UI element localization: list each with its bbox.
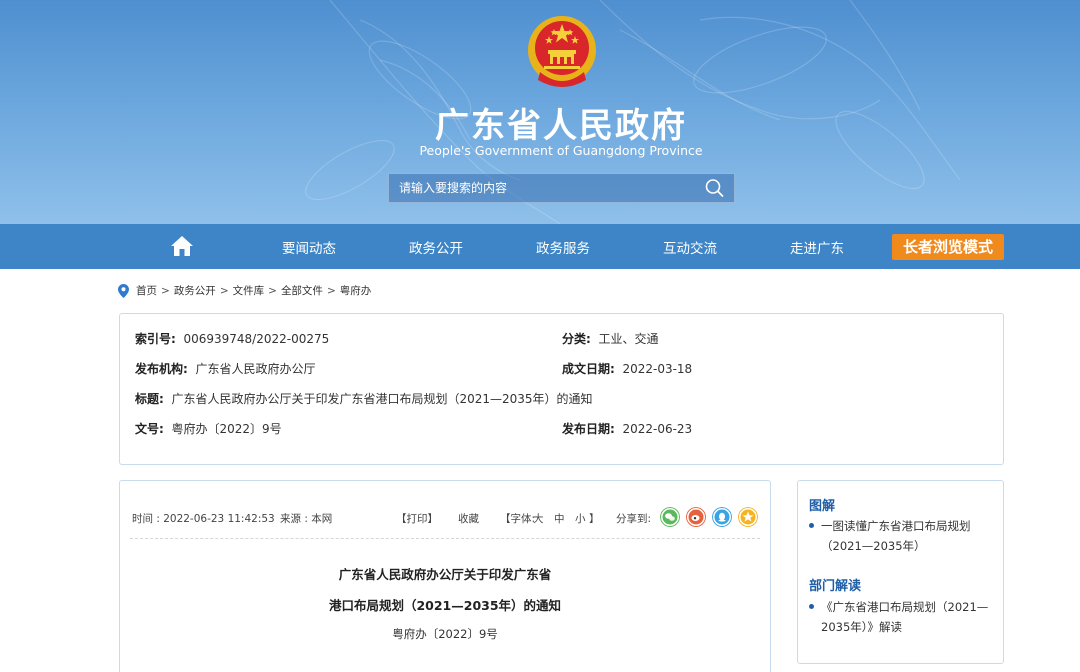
info-label: 索引号: bbox=[135, 332, 176, 346]
elder-mode-button[interactable]: 长者浏览模式 bbox=[892, 234, 1004, 260]
breadcrumb-current[interactable]: 粤府办 bbox=[340, 283, 372, 298]
info-label: 文号: bbox=[135, 422, 164, 436]
interpretation-link-text: 《广东省港口布局规划（2021—2035年）》解读 bbox=[821, 600, 989, 634]
site-title: 广东省人民政府 bbox=[435, 106, 687, 146]
font-size-large-button[interactable]: 大 bbox=[533, 511, 544, 526]
nav-item-gov-services[interactable]: 政务服务 bbox=[536, 237, 590, 257]
info-value: 工业、交通 bbox=[598, 332, 659, 346]
info-label: 分类: bbox=[562, 332, 591, 346]
info-value: 广东省人民政府办公厅 bbox=[195, 362, 316, 376]
font-size-medium-button[interactable]: 中 bbox=[554, 511, 565, 526]
document-info-panel: 索引号: 006939748/2022-00275 分类: 工业、交通 发布机构… bbox=[119, 313, 1004, 465]
info-publisher: 发布机构: 广东省人民政府办公厅 bbox=[135, 360, 315, 377]
nav-item-interaction[interactable]: 互动交流 bbox=[663, 237, 717, 257]
info-value: 2022-06-23 bbox=[622, 422, 693, 436]
info-label: 发布日期: bbox=[562, 422, 615, 436]
breadcrumb-gov-affairs[interactable]: 政务公开 bbox=[174, 283, 216, 298]
national-emblem-icon bbox=[528, 16, 596, 87]
search-box bbox=[388, 173, 735, 203]
info-value: 2022-03-18 bbox=[622, 362, 693, 376]
info-category: 分类: 工业、交通 bbox=[562, 330, 658, 347]
article-divider bbox=[130, 538, 760, 539]
bullet-icon bbox=[809, 523, 814, 528]
infographic-link[interactable]: 一图读懂广东省港口布局规划（2021—2035年） bbox=[809, 516, 997, 556]
header-banner: 广东省人民政府 People's Government of Guangdong… bbox=[0, 0, 1080, 224]
wechat-icon[interactable] bbox=[660, 507, 680, 527]
location-pin-icon bbox=[118, 283, 129, 298]
related-sidebar: 图解 一图读懂广东省港口布局规划（2021—2035年） 部门解读 《广东省港口… bbox=[797, 480, 1004, 664]
infographic-link-text: 一图读懂广东省港口布局规划（2021—2035年） bbox=[821, 519, 971, 553]
nav-item-gov-affairs[interactable]: 政务公开 bbox=[409, 237, 463, 257]
article-time: 时间 : 2022-06-23 11:42:53 bbox=[132, 513, 275, 525]
breadcrumb-separator: > bbox=[326, 284, 336, 297]
breadcrumb-separator: > bbox=[268, 284, 277, 297]
font-size-label: 【字体: bbox=[500, 513, 536, 525]
info-created-date: 成文日期: 2022-03-18 bbox=[562, 360, 692, 377]
info-label: 成文日期: bbox=[562, 362, 615, 376]
document-title-line2: 港口布局规划（2021—2035年）的通知 bbox=[328, 598, 562, 613]
article-panel: 时间 : 2022-06-23 11:42:53 来源 : 本网 【打印】 收藏… bbox=[119, 480, 771, 672]
weibo-icon[interactable] bbox=[686, 507, 706, 527]
info-label: 发布机构: bbox=[135, 362, 188, 376]
info-document-number: 文号: 粤府办〔2022〕9号 bbox=[135, 420, 282, 437]
nav-item-about-guangdong[interactable]: 走进广东 bbox=[790, 237, 844, 257]
share-label: 分享到: bbox=[616, 513, 652, 525]
font-size-small-button[interactable]: 小 bbox=[575, 511, 586, 526]
print-button[interactable]: 【打印】 bbox=[396, 511, 438, 526]
document-number: 粤府办〔2022〕9号 bbox=[392, 627, 498, 641]
breadcrumb: 首页 > 政务公开 > 文件库 > 全部文件 > 粤府办 bbox=[118, 283, 371, 298]
search-icon[interactable] bbox=[704, 178, 726, 198]
info-value: 广东省人民政府办公厅关于印发广东省港口布局规划（2021—2035年）的通知 bbox=[171, 392, 593, 406]
qq-icon[interactable] bbox=[712, 507, 732, 527]
bullet-icon bbox=[809, 604, 814, 609]
info-value: 006939748/2022-00275 bbox=[183, 332, 330, 346]
favorite-button[interactable]: 收藏 bbox=[458, 511, 479, 526]
breadcrumb-separator: > bbox=[219, 284, 229, 297]
main-nav: 要闻动态 政务公开 政务服务 互动交流 走进广东 长者浏览模式 bbox=[0, 224, 1080, 269]
site-subtitle: People's Government of Guangdong Provinc… bbox=[419, 143, 703, 158]
breadcrumb-separator: > bbox=[161, 284, 170, 297]
section-heading-interpretation: 部门解读 bbox=[809, 579, 862, 594]
section-heading-infographic: 图解 bbox=[809, 499, 836, 514]
info-label: 标题: bbox=[135, 392, 164, 406]
search-input[interactable] bbox=[389, 174, 689, 202]
info-value: 粤府办〔2022〕9号 bbox=[171, 422, 282, 436]
article-source: 来源 : 本网 bbox=[280, 513, 333, 525]
info-published-date: 发布日期: 2022-06-23 bbox=[562, 420, 692, 437]
breadcrumb-file-library[interactable]: 文件库 bbox=[233, 283, 265, 298]
breadcrumb-home[interactable]: 首页 bbox=[136, 283, 157, 298]
interpretation-link[interactable]: 《广东省港口布局规划（2021—2035年）》解读 bbox=[809, 597, 997, 637]
font-size-bracket: 】 bbox=[589, 513, 600, 525]
info-title: 标题: 广东省人民政府办公厅关于印发广东省港口布局规划（2021—2035年）的… bbox=[135, 390, 593, 407]
nav-item-news[interactable]: 要闻动态 bbox=[282, 237, 336, 257]
document-title-line1: 广东省人民政府办公厅关于印发广东省 bbox=[338, 567, 552, 582]
breadcrumb-all-files[interactable]: 全部文件 bbox=[281, 283, 323, 298]
home-icon[interactable] bbox=[170, 235, 194, 257]
info-index-number: 索引号: 006939748/2022-00275 bbox=[135, 330, 329, 347]
qzone-icon[interactable] bbox=[738, 507, 758, 527]
